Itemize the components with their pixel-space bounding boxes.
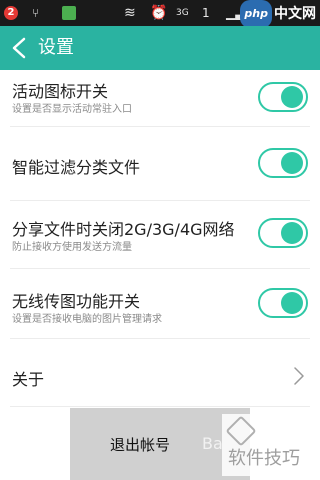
setting-row-smart-filter[interactable]: 智能过滤分类文件 (10, 140, 310, 201)
smart-filter-toggle[interactable] (258, 148, 308, 178)
app-notification-icon (62, 6, 76, 20)
activity-icon-toggle[interactable] (258, 82, 308, 112)
php-logo: php (240, 0, 272, 28)
alarm-icon: ⏰ (150, 5, 168, 21)
setting-title: 分享文件时关闭2G/3G/4G网络 (12, 220, 235, 239)
setting-subtitle: 设置是否显示活动常驻入口 (12, 104, 132, 115)
wifi-icon: ≋ (124, 5, 136, 21)
toggle-knob (281, 86, 303, 108)
setting-row-wireless-transfer[interactable]: 无线传图功能开关 设置是否接收电脑的图片管理请求 (10, 276, 310, 339)
site-watermark: 软件技巧 (222, 414, 318, 476)
sim-icon: 1 (202, 6, 210, 20)
share-network-toggle[interactable] (258, 218, 308, 248)
chevron-right-icon (294, 367, 304, 385)
logout-label: 退出帐号 (109, 436, 170, 454)
about-row[interactable]: 关于 (10, 346, 310, 407)
php-watermark: php 中文网 (240, 0, 316, 28)
chevron-left-icon[interactable] (10, 37, 30, 59)
setting-subtitle: 设置是否接收电脑的图片管理请求 (12, 314, 162, 325)
usb-icon: ⑂ (32, 6, 40, 20)
setting-title: 智能过滤分类文件 (12, 158, 141, 177)
page-title: 设置 (38, 37, 74, 58)
overlay-text: Ba (202, 434, 223, 453)
notification-badge: 2 (4, 6, 18, 20)
php-watermark-text: 中文网 (274, 6, 316, 22)
setting-subtitle: 防止接收方使用发送方流量 (12, 242, 132, 253)
watermark-logo-icon (225, 415, 257, 447)
setting-title: 无线传图功能开关 (12, 292, 141, 311)
wireless-transfer-toggle[interactable] (258, 288, 308, 318)
setting-row-share-network[interactable]: 分享文件时关闭2G/3G/4G网络 防止接收方使用发送方流量 (10, 206, 310, 269)
network-type-icon: 3G (176, 8, 189, 18)
status-bar: 2 ⑂ ≋ ⏰ 3G 1 ▁▃▅ php中文网 (0, 0, 320, 28)
toggle-knob (281, 292, 303, 314)
setting-row-activity-icon[interactable]: 活动图标开关 设置是否显示活动常驻入口 (10, 70, 310, 127)
toggle-knob (281, 152, 303, 174)
setting-title: 活动图标开关 (12, 82, 109, 101)
title-bar: 设置 (0, 26, 320, 70)
toggle-knob (281, 222, 303, 244)
watermark-text: 软件技巧 (228, 448, 300, 469)
about-label: 关于 (12, 370, 45, 389)
